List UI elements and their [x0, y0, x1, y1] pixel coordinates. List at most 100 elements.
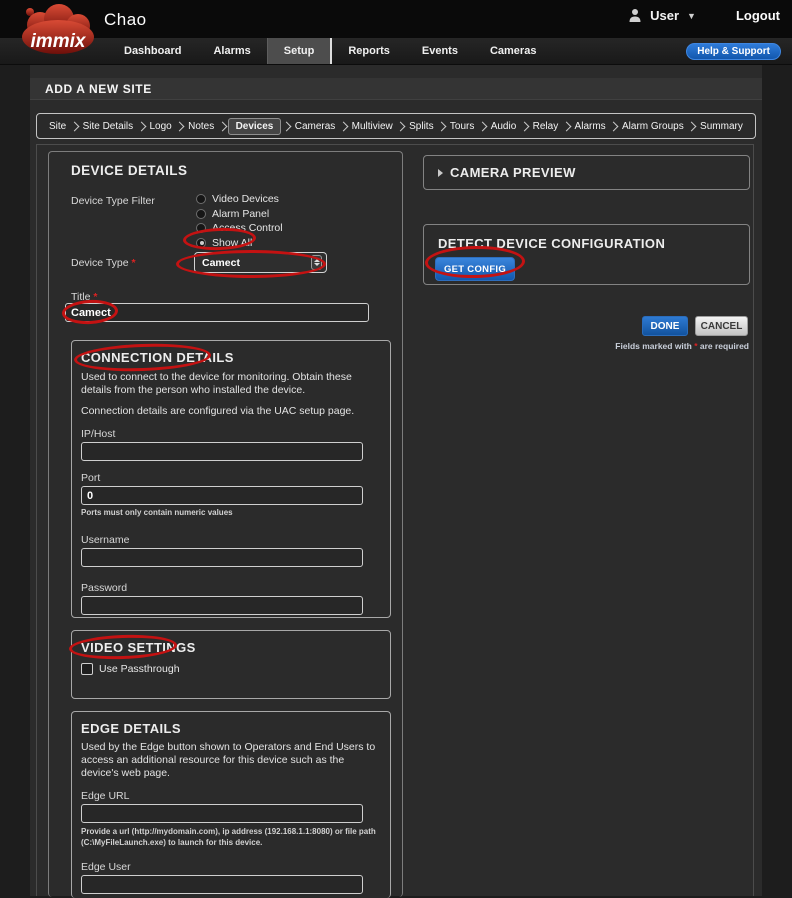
radio-alarm-panel[interactable]: Alarm Panel [196, 207, 283, 222]
use-passthrough-row[interactable]: Use Passthrough [81, 663, 381, 675]
tab-tours[interactable]: Tours [447, 119, 477, 134]
ip-host-label: IP/Host [81, 428, 116, 441]
video-settings-heading: VIDEO SETTINGS [81, 640, 196, 655]
chevron-separator-icon [519, 121, 530, 131]
tab-alarm-groups[interactable]: Alarm Groups [619, 119, 687, 134]
logout-link[interactable]: Logout [736, 8, 780, 23]
nav-item-setup[interactable]: Setup [266, 38, 333, 64]
port-input[interactable] [81, 486, 363, 506]
edge-user-input[interactable] [81, 874, 363, 894]
device-type-label: Device Type * [71, 257, 136, 269]
done-button[interactable]: DONE [642, 316, 688, 336]
note-text: Fields marked with [615, 341, 695, 351]
user-label: User [650, 8, 680, 23]
page-title: Chao [104, 10, 147, 29]
nav-item-reports[interactable]: Reports [332, 38, 406, 64]
tab-devices[interactable]: Devices [227, 117, 282, 135]
chevron-down-icon: ▼ [687, 10, 696, 21]
required-fields-note: Fields marked with * are required [615, 341, 749, 351]
connection-description-2: Connection details are configured via th… [81, 404, 355, 417]
nav-item-cameras[interactable]: Cameras [474, 38, 552, 64]
radio-icon-selected[interactable] [196, 237, 206, 248]
required-asterisk: * [93, 291, 98, 303]
edge-user-label: Edge User [81, 860, 131, 873]
username-label: Username [81, 534, 130, 547]
device-details-heading: DEVICE DETAILS [71, 163, 188, 178]
passthrough-checkbox[interactable] [81, 663, 93, 675]
device-type-select[interactable]: Camect [194, 252, 327, 273]
passthrough-label: Use Passthrough [99, 663, 180, 675]
chevron-separator-icon [561, 121, 572, 131]
radio-show-all[interactable]: Show All [196, 236, 283, 251]
tab-cameras[interactable]: Cameras [292, 119, 339, 134]
username-input[interactable] [81, 548, 363, 568]
radio-label: Video Devices [212, 193, 279, 206]
port-label: Port [81, 472, 101, 485]
radio-icon[interactable] [196, 194, 206, 205]
expander-arrow-icon[interactable] [438, 168, 443, 177]
note-text: are required [697, 341, 749, 351]
user-menu[interactable]: User ▼ [628, 8, 696, 23]
content-area: ADD A NEW SITE Site Site Details Logo No… [30, 65, 762, 898]
edge-url-label: Edge URL [81, 790, 130, 803]
label-text: Device Type [71, 257, 129, 269]
device-form-panel: DEVICE DETAILS Device Type Filter Video … [48, 151, 403, 898]
nav-item-alarms[interactable]: Alarms [197, 38, 266, 64]
chevron-separator-icon [436, 121, 447, 131]
user-icon [629, 9, 641, 22]
tab-summary[interactable]: Summary [697, 119, 746, 134]
camera-preview-panel[interactable]: CAMERA PREVIEW [423, 155, 750, 190]
tab-alarms[interactable]: Alarms [572, 119, 609, 134]
title-label: Title * [71, 291, 97, 303]
radio-icon[interactable] [196, 208, 206, 219]
port-hint: Ports must only contain numeric values [81, 508, 233, 518]
tab-site[interactable]: Site [46, 119, 69, 134]
tab-audio[interactable]: Audio [488, 119, 520, 134]
detect-config-heading: DETECT DEVICE CONFIGURATION [438, 236, 666, 251]
required-asterisk: * [131, 257, 136, 269]
wizard-tab-bar: Site Site Details Logo Notes Devices Cam… [36, 113, 756, 139]
edge-url-hint: Provide a url (http://mydomain.com), ip … [81, 827, 376, 848]
help-support-button[interactable]: Help & Support [686, 43, 781, 60]
ip-host-input[interactable] [81, 442, 363, 462]
edge-details-heading: EDGE DETAILS [81, 721, 181, 736]
radio-video-devices[interactable]: Video Devices [196, 192, 283, 207]
edge-url-input[interactable] [81, 804, 363, 824]
chevron-separator-icon [477, 121, 488, 131]
chevron-separator-icon [608, 121, 619, 131]
top-header: immix Chao User ▼ Logout [0, 0, 792, 54]
nav-item-dashboard[interactable]: Dashboard [108, 38, 197, 64]
camera-preview-heading: CAMERA PREVIEW [450, 165, 576, 180]
svg-text:immix: immix [31, 31, 87, 52]
edge-details-section: EDGE DETAILS Used by the Edge button sho… [71, 711, 391, 898]
nav-item-events[interactable]: Events [406, 38, 474, 64]
get-config-button[interactable]: GET CONFIG [435, 257, 515, 281]
tab-relay[interactable]: Relay [530, 119, 562, 134]
tab-logo[interactable]: Logo [147, 119, 175, 134]
password-label: Password [81, 582, 128, 595]
radio-icon[interactable] [196, 223, 206, 234]
tab-notes[interactable]: Notes [185, 119, 217, 134]
tab-splits[interactable]: Splits [406, 119, 436, 134]
tab-multiview[interactable]: Multiview [349, 119, 396, 134]
chevron-separator-icon [281, 121, 292, 131]
device-type-value: Camect [202, 256, 240, 269]
select-stepper-icon[interactable] [311, 255, 322, 270]
radio-access-control[interactable]: Access Control [196, 221, 283, 236]
chevron-separator-icon [174, 121, 185, 131]
cancel-button[interactable]: CANCEL [695, 316, 748, 336]
tab-site-details[interactable]: Site Details [80, 119, 137, 134]
add-new-site-header: ADD A NEW SITE [30, 78, 762, 100]
main-navbar: Dashboard Alarms Setup Reports Events Ca… [0, 38, 792, 65]
chevron-separator-icon [686, 121, 697, 131]
chevron-separator-icon [395, 121, 406, 131]
radio-label: Access Control [212, 222, 283, 235]
chevron-separator-icon [217, 121, 228, 131]
title-input[interactable] [65, 303, 369, 322]
chevron-separator-icon [338, 121, 349, 131]
password-input[interactable] [81, 596, 363, 616]
chevron-separator-icon [69, 121, 80, 131]
device-type-filter-group: Video Devices Alarm Panel Access Control… [196, 192, 283, 250]
edge-description: Used by the Edge button shown to Operato… [81, 741, 376, 779]
immix-logo[interactable]: immix [16, 3, 100, 57]
